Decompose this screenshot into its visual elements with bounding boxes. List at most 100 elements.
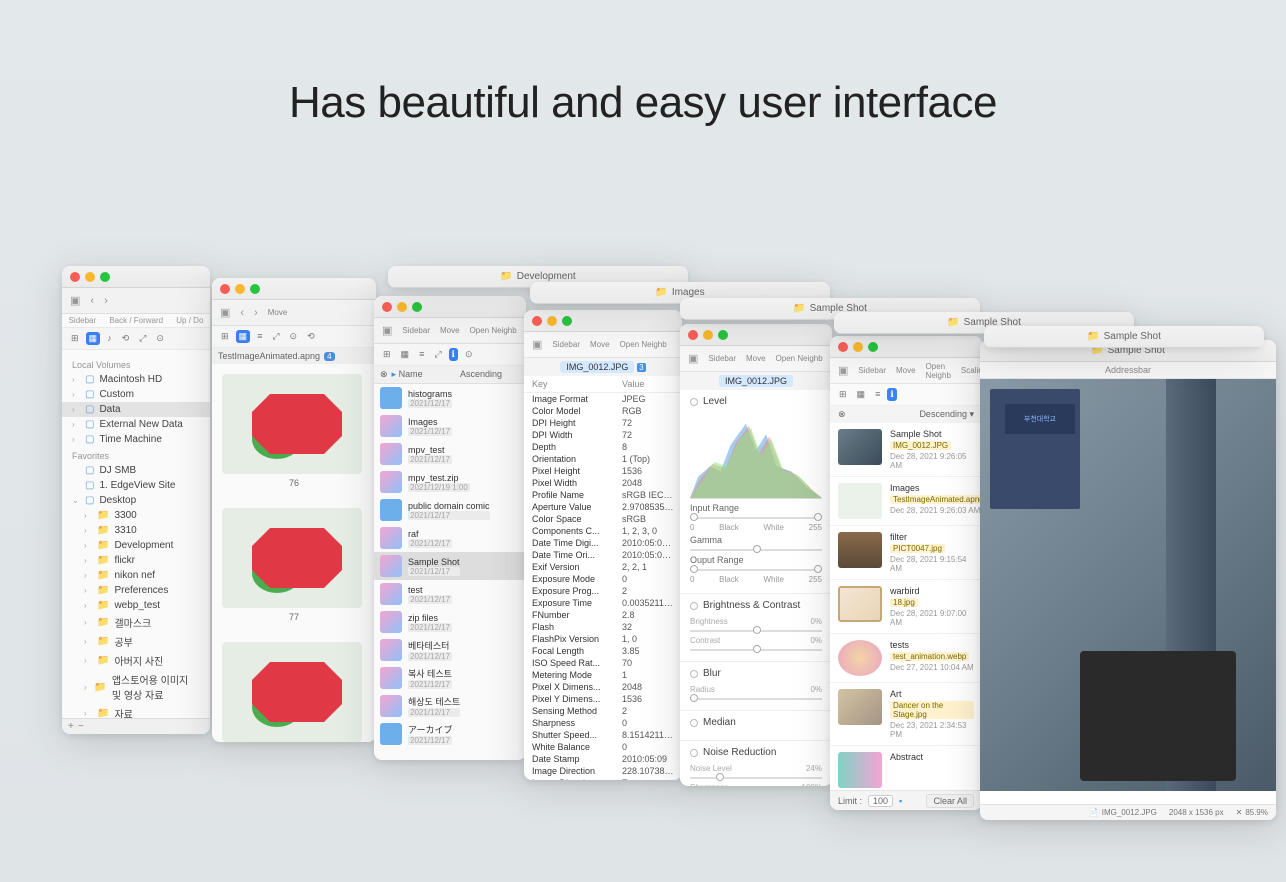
file-row[interactable]: raf 2021/12/17 — [374, 524, 526, 552]
file-row[interactable]: mpv_test 2021/12/17 — [374, 440, 526, 468]
col-sort[interactable]: Ascending — [460, 369, 520, 380]
filter-icon[interactable]: ⤢ — [136, 332, 149, 345]
view-icon[interactable]: ▦ — [854, 388, 869, 401]
sidebar-item[interactable]: ›📁앱스토어용 이미지 및 영상 자료 — [62, 670, 210, 704]
view-icon[interactable]: ⊙ — [462, 348, 476, 361]
sidebar-item[interactable]: ›📁Preferences — [62, 583, 210, 598]
sidebar-toggle-icon[interactable]: ▣ — [382, 324, 392, 337]
minimize-button[interactable] — [397, 302, 407, 312]
sidebar-toggle-icon[interactable]: ▣ — [838, 364, 848, 377]
filter-icon[interactable]: ▦ — [86, 332, 101, 345]
maximize-button[interactable] — [250, 284, 260, 294]
view-icon[interactable]: ▦ — [236, 330, 251, 343]
minimize-button[interactable] — [235, 284, 245, 294]
sidebar-item[interactable]: ›📁3310 — [62, 523, 210, 538]
slider-brightness[interactable] — [690, 630, 822, 632]
sidebar-item[interactable]: ›📁flickr — [62, 553, 210, 568]
slider-contrast[interactable] — [690, 649, 822, 651]
section-toggle[interactable] — [690, 670, 698, 678]
sidebar-favorite[interactable]: ⌄▢Desktop — [62, 493, 210, 508]
view-icon[interactable]: ⊞ — [836, 388, 850, 401]
view-icon[interactable]: ℹ — [887, 388, 896, 401]
sort-label[interactable]: Descending — [919, 409, 967, 419]
file-row[interactable]: Images 2021/12/17 — [374, 412, 526, 440]
view-icon[interactable]: ≡ — [872, 388, 883, 401]
close-button[interactable] — [220, 284, 230, 294]
minimize-button[interactable] — [547, 316, 557, 326]
sidebar-volume[interactable]: ›▢Custom — [62, 387, 210, 402]
section-toggle[interactable] — [690, 749, 698, 757]
file-row[interactable]: アーカイブ 2021/12/17 — [374, 720, 526, 748]
maximize-button[interactable] — [100, 272, 110, 282]
view-icon[interactable]: ≡ — [416, 348, 427, 361]
view-icon[interactable]: ⊞ — [380, 348, 394, 361]
section-toggle[interactable] — [690, 398, 698, 406]
file-row[interactable]: 복사 테스트 2021/12/17 — [374, 664, 526, 692]
col-name[interactable]: Name — [399, 369, 423, 379]
file-row[interactable]: histograms 2021/12/17 — [374, 384, 526, 412]
section-toggle[interactable] — [690, 602, 698, 610]
sidebar-volume[interactable]: ›▢Data — [62, 402, 210, 417]
thumbnail[interactable]: 77 — [222, 508, 366, 622]
file-row[interactable]: mpv_test.zip 2021/12/19 1:00 — [374, 468, 526, 496]
nav-forward-icon[interactable]: › — [254, 307, 258, 319]
result-row[interactable]: Abstract — [830, 746, 982, 795]
sidebar-item[interactable]: ›📁3300 — [62, 508, 210, 523]
sidebar-toggle-icon[interactable]: ▣ — [532, 338, 542, 351]
view-icon[interactable]: ⊞ — [218, 330, 232, 343]
slider-noise[interactable] — [690, 777, 822, 779]
sidebar-toggle-icon[interactable]: ▣ — [220, 306, 230, 319]
thumbnail[interactable] — [222, 642, 366, 742]
sidebar-volume[interactable]: ›▢Macintosh HD — [62, 372, 210, 387]
section-toggle[interactable] — [690, 719, 698, 727]
result-row[interactable]: filter PICT0047.jpg Dec 28, 2021 9:15:54… — [830, 526, 982, 580]
address-bar[interactable]: Addressbar — [980, 362, 1276, 379]
minimize-button[interactable] — [703, 330, 713, 340]
maximize-button[interactable] — [562, 316, 572, 326]
view-icon[interactable]: ≡ — [254, 330, 265, 343]
close-icon[interactable]: ⊗ — [380, 369, 388, 380]
view-icon[interactable]: ⤢ — [269, 330, 282, 343]
sidebar-volume[interactable]: ›▢Time Machine — [62, 432, 210, 447]
file-row[interactable]: 베타테스터 2021/12/17 — [374, 636, 526, 664]
minimize-button[interactable] — [853, 342, 863, 352]
slider-radius[interactable] — [690, 698, 822, 700]
filter-icon[interactable]: ⟲ — [119, 332, 133, 345]
nav-back-icon[interactable]: ‹ — [90, 295, 94, 307]
close-button[interactable] — [382, 302, 392, 312]
close-icon[interactable]: ⊗ — [838, 409, 846, 420]
sidebar-item[interactable]: ›📁갤마스크 — [62, 613, 210, 632]
sidebar-toggle-icon[interactable]: ▣ — [70, 294, 80, 307]
file-row[interactable]: zip files 2021/12/17 — [374, 608, 526, 636]
sidebar-item[interactable]: ›📁nikon nef — [62, 568, 210, 583]
remove-icon[interactable]: − — [78, 721, 84, 732]
result-row[interactable]: Art Dancer on the Stage.jpg Dec 23, 2021… — [830, 683, 982, 746]
maximize-button[interactable] — [868, 342, 878, 352]
slider-input-range[interactable] — [690, 517, 822, 519]
nav-forward-icon[interactable]: › — [104, 295, 108, 307]
nav-back-icon[interactable]: ‹ — [240, 307, 244, 319]
sidebar-toggle-icon[interactable]: ▣ — [688, 352, 698, 365]
maximize-button[interactable] — [718, 330, 728, 340]
file-row[interactable]: 해상도 테스트 2021/12/17 — [374, 692, 526, 720]
minimize-button[interactable] — [85, 272, 95, 282]
view-icon[interactable]: ▦ — [398, 348, 413, 361]
result-row[interactable]: Images TestImageAnimated.apng Dec 28, 20… — [830, 477, 982, 526]
sidebar-item[interactable]: ›📁webp_test — [62, 598, 210, 613]
result-row[interactable]: warbird 18.jpg Dec 28, 2021 9:07:00 AM — [830, 580, 982, 634]
result-row[interactable]: tests test_animation.webp Dec 27, 2021 1… — [830, 634, 982, 683]
filter-icon[interactable]: ⊞ — [68, 332, 82, 345]
filter-icon[interactable]: ⊙ — [153, 332, 167, 345]
file-row[interactable]: Sample Shot 2021/12/17 — [374, 552, 526, 580]
close-button[interactable] — [688, 330, 698, 340]
maximize-button[interactable] — [412, 302, 422, 312]
sidebar-item[interactable]: ›📁아버지 사진 — [62, 651, 210, 670]
view-icon[interactable]: ⊙ — [287, 330, 301, 343]
file-row[interactable]: test 2021/12/17 — [374, 580, 526, 608]
thumbnail[interactable]: 76 — [222, 374, 366, 488]
close-button[interactable] — [532, 316, 542, 326]
close-button[interactable] — [70, 272, 80, 282]
file-row[interactable]: public domain comic 2021/12/17 — [374, 496, 526, 524]
image-viewport[interactable]: 부천대학교 — [980, 379, 1276, 791]
sidebar-favorite[interactable]: ▢DJ SMB — [62, 463, 210, 478]
